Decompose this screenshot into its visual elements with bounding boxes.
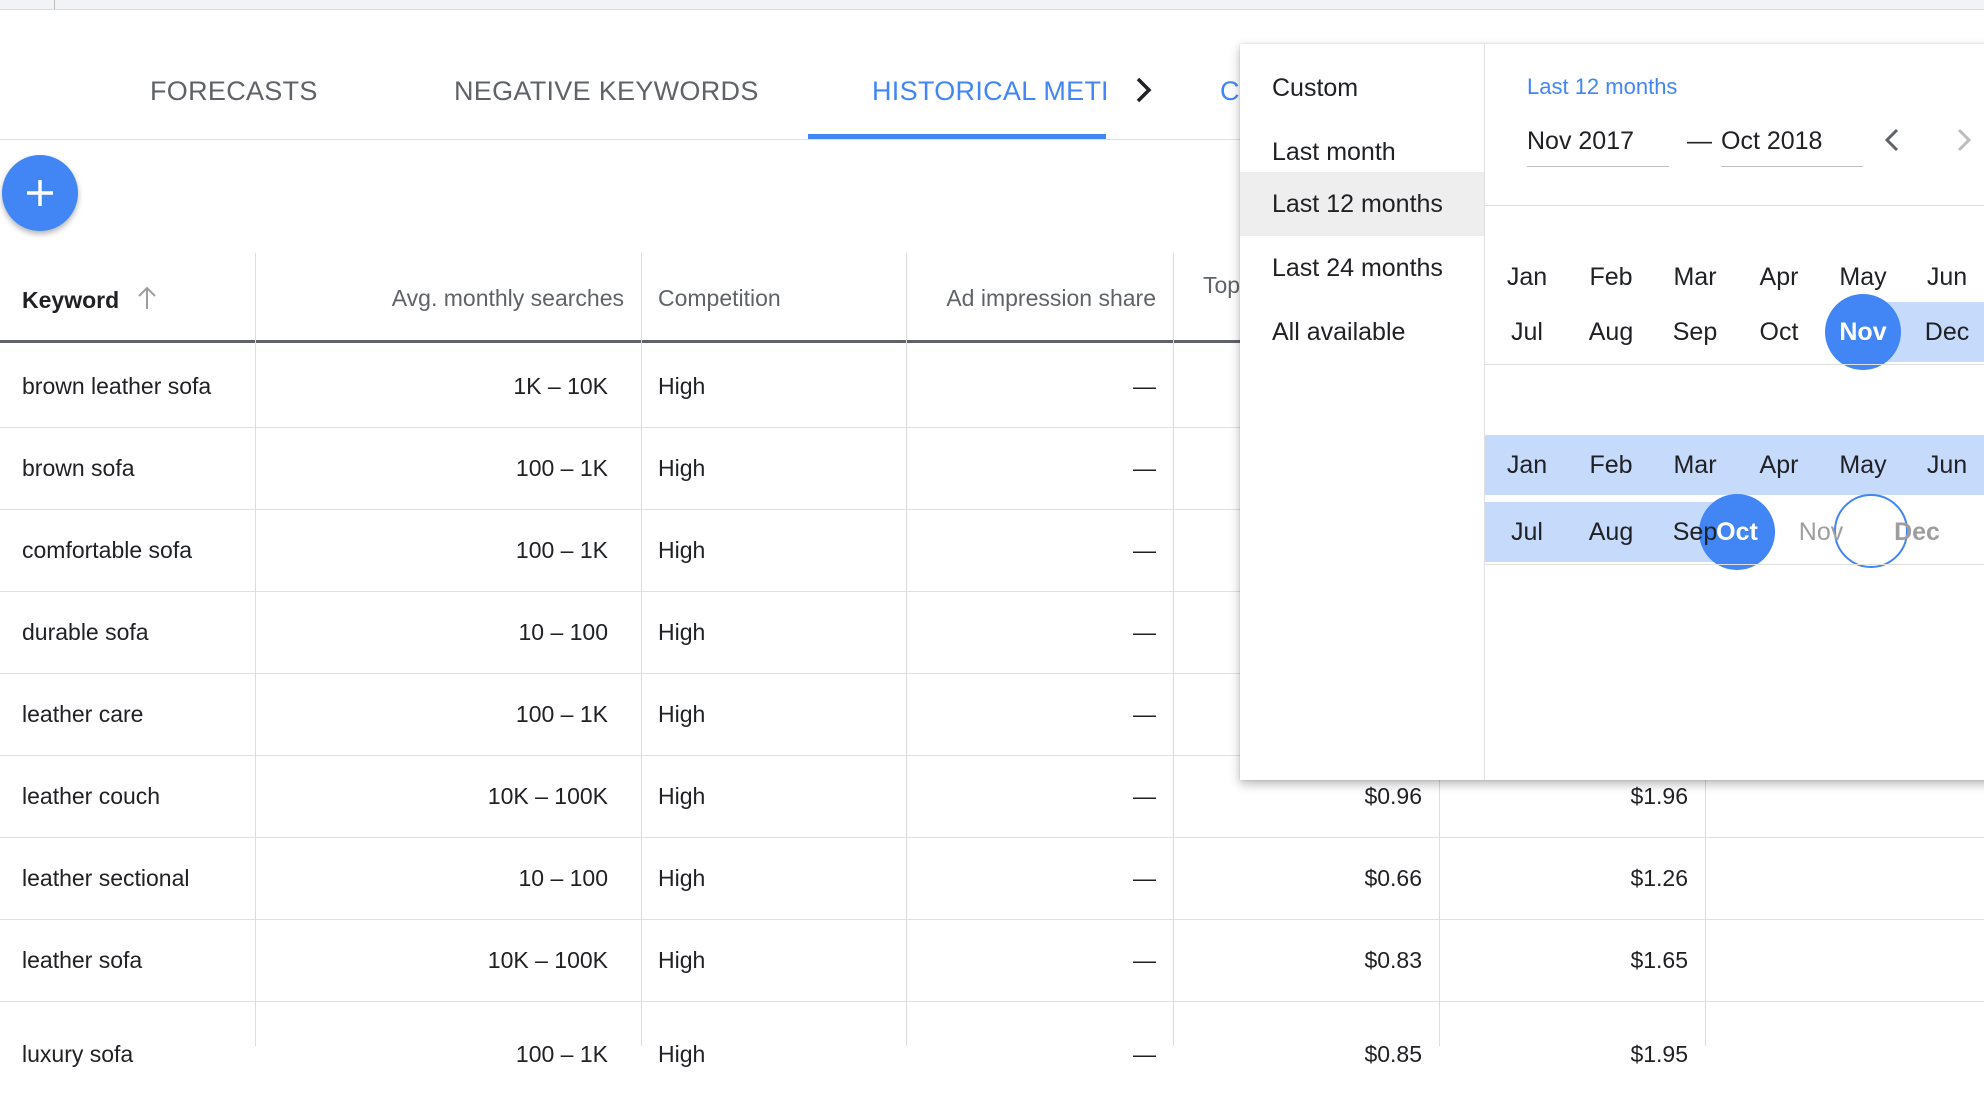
month-jan-2018[interactable]: Jan <box>1485 428 1569 502</box>
table-row[interactable]: luxury sofa 100 – 1K High — $0.85 $1.95 <box>0 1001 1984 1083</box>
tab-bar: FORECASTS NEGATIVE KEYWORDS HISTORICAL M… <box>0 40 1240 140</box>
column-header-keyword[interactable]: Keyword <box>22 253 156 341</box>
competition-cell: High <box>658 947 706 973</box>
impression-share-cell: — <box>1133 947 1156 973</box>
browser-top-strip <box>0 0 1984 10</box>
column-header-top-of-page-bid[interactable]: Top <box>1203 253 1240 341</box>
preset-last-12-months[interactable]: Last 12 months <box>1240 172 1484 236</box>
month-calendar: Last 12 months Nov 2017 — Oct 2018 Jan F… <box>1485 44 1984 780</box>
searches-cell: 10 – 100 <box>518 619 608 645</box>
competition-cell: High <box>658 537 706 563</box>
column-header-ad-impression-share[interactable]: Ad impression share <box>906 253 1156 341</box>
bid-low-cell: $0.83 <box>1364 947 1422 973</box>
impression-share-cell: — <box>1133 701 1156 727</box>
chevron-left-icon[interactable] <box>1875 122 1911 158</box>
preset-all-available[interactable]: All available <box>1240 300 1484 364</box>
competition-cell: High <box>658 619 706 645</box>
keyword-cell: comfortable sofa <box>22 537 193 563</box>
top-strip-divider <box>54 0 55 9</box>
add-keyword-button[interactable] <box>2 155 78 231</box>
keyword-cell: durable sofa <box>22 619 149 645</box>
calendar-divider <box>1485 564 1984 565</box>
bid-high-cell: $1.26 <box>1630 865 1688 891</box>
table-row[interactable]: leather sectional 10 – 100 High — $0.66 … <box>0 837 1984 920</box>
range-label: Last 12 months <box>1527 74 1678 99</box>
impression-share-cell: — <box>1133 537 1156 563</box>
keyword-cell: leather sectional <box>22 865 190 891</box>
tab-forecasts[interactable]: FORECASTS <box>150 40 318 139</box>
chevron-right-icon[interactable] <box>1124 70 1164 110</box>
searches-cell: 100 – 1K <box>515 701 608 727</box>
preset-list: Custom Last month Last 12 months Last 24… <box>1240 44 1485 780</box>
month-apr-2018[interactable]: Apr <box>1737 428 1821 502</box>
keyword-cell: leather care <box>22 701 144 727</box>
keyword-cell: brown sofa <box>22 455 135 481</box>
month-jul-2017[interactable]: Jul <box>1485 295 1569 369</box>
start-date-field[interactable]: Nov 2017 <box>1527 116 1669 167</box>
sort-ascending-icon[interactable] <box>132 283 162 313</box>
month-oct-2018[interactable]: Oct <box>1695 495 1779 569</box>
bid-low-cell: $0.66 <box>1364 865 1422 891</box>
searches-cell: 100 – 1K <box>515 455 608 481</box>
month-mar-2018[interactable]: Mar <box>1653 428 1737 502</box>
keyword-cell: leather couch <box>22 783 161 809</box>
searches-cell: 1K – 10K <box>513 373 608 399</box>
month-jul-2018[interactable]: Jul <box>1485 495 1569 569</box>
impression-share-cell: — <box>1133 783 1156 809</box>
month-oct-2017[interactable]: Oct <box>1737 295 1821 369</box>
bid-low-cell: $0.85 <box>1364 1041 1422 1067</box>
calendar-divider <box>1485 364 1984 365</box>
column-header-avg-monthly-searches[interactable]: Avg. monthly searches <box>256 253 624 341</box>
end-date-field[interactable]: Oct 2018 <box>1721 116 1863 167</box>
tab-partial[interactable]: C <box>1220 40 1240 139</box>
competition-cell: High <box>658 455 706 481</box>
month-nov-2018: Nov <box>1798 518 1844 546</box>
column-header-competition[interactable]: Competition <box>658 253 781 341</box>
impression-share-cell: — <box>1133 1041 1156 1067</box>
tab-historical-metrics[interactable]: HISTORICAL METRICS <box>872 40 1106 139</box>
month-aug-2017[interactable]: Aug <box>1569 295 1653 369</box>
tab-negative-keywords[interactable]: NEGATIVE KEYWORDS <box>454 40 759 139</box>
calendar-divider <box>1485 205 1984 206</box>
keyword-header-label: Keyword <box>22 287 120 313</box>
range-dash: — <box>1687 127 1712 155</box>
competition-cell: High <box>658 701 706 727</box>
competition-cell: High <box>658 373 706 399</box>
month-dec-2017[interactable]: Dec <box>1905 295 1984 369</box>
month-sep-2017[interactable]: Sep <box>1653 295 1737 369</box>
bid-high-cell: $1.95 <box>1630 1041 1688 1067</box>
searches-cell: 100 – 1K <box>515 537 608 563</box>
keyword-cell: brown leather sofa <box>22 373 212 399</box>
impression-share-cell: — <box>1133 455 1156 481</box>
searches-cell: 10K – 100K <box>487 783 608 809</box>
month-nov-2017[interactable]: Nov <box>1821 295 1905 369</box>
searches-cell: 10 – 100 <box>518 865 608 891</box>
impression-share-cell: — <box>1133 865 1156 891</box>
month-may-2018[interactable]: May <box>1821 428 1905 502</box>
preset-last-24-months[interactable]: Last 24 months <box>1240 236 1484 300</box>
plus-icon <box>27 180 53 206</box>
date-range-dropdown: Custom Last month Last 12 months Last 24… <box>1240 44 1984 780</box>
searches-cell: 100 – 1K <box>515 1041 608 1067</box>
table-row[interactable]: leather sofa 10K – 100K High — $0.83 $1.… <box>0 919 1984 1002</box>
searches-cell: 10K – 100K <box>487 947 608 973</box>
month-aug-2018[interactable]: Aug <box>1569 495 1653 569</box>
impression-share-cell: — <box>1133 619 1156 645</box>
month-jun-2018[interactable]: Jun <box>1905 428 1984 502</box>
keyword-cell: luxury sofa <box>22 1041 134 1067</box>
competition-cell: High <box>658 865 706 891</box>
competition-cell: High <box>658 1041 706 1067</box>
preset-custom[interactable]: Custom <box>1240 56 1484 120</box>
month-feb-2018[interactable]: Feb <box>1569 428 1653 502</box>
active-tab-indicator <box>808 134 1106 139</box>
table-header-divider <box>0 340 1240 343</box>
month-dec-2018: Dec <box>1894 518 1940 546</box>
keyword-cell: leather sofa <box>22 947 143 973</box>
impression-share-cell: — <box>1133 373 1156 399</box>
chevron-right-icon[interactable] <box>1945 122 1981 158</box>
competition-cell: High <box>658 783 706 809</box>
bid-high-cell: $1.65 <box>1630 947 1688 973</box>
